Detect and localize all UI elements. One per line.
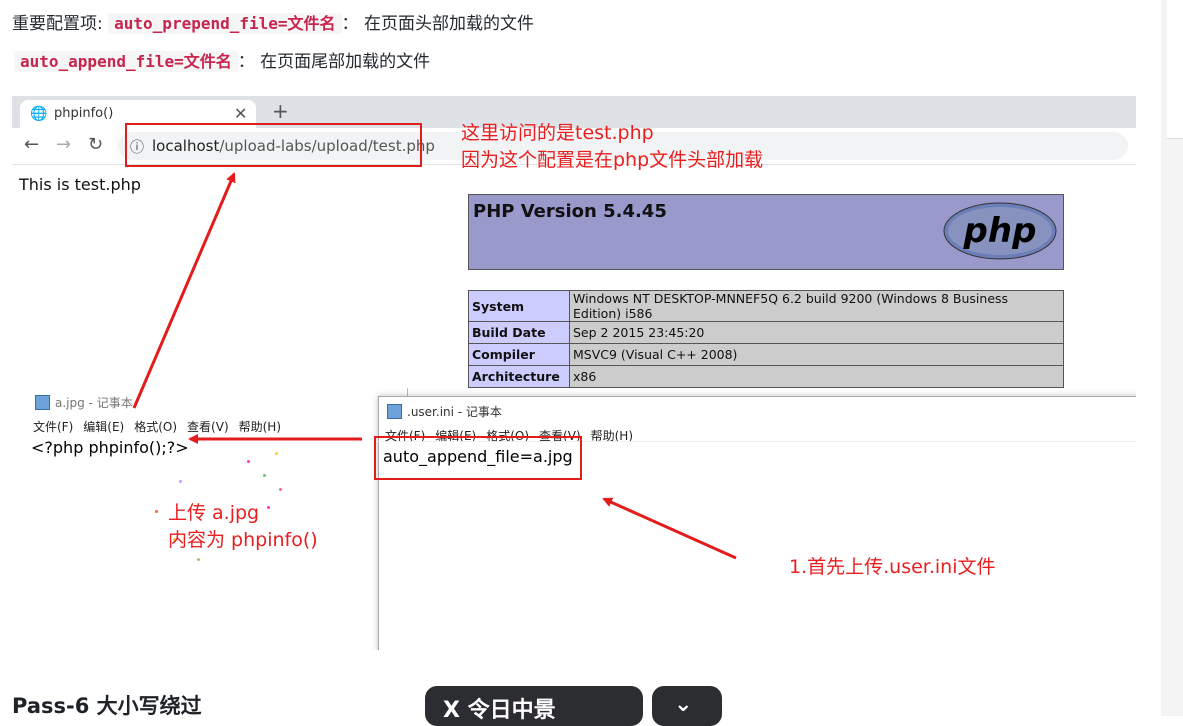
config-line-prepend: 重要配置项: auto_prepend_file=文件名： 在页面头部加载的文件 [12,12,534,36]
append-code: auto_append_file=文件名 [14,51,238,72]
embedded-screenshot: 🌐 phpinfo() ✕ + ← → ↻ ⓘ localhost/upload… [12,96,1136,650]
append-desc: ： 在页面尾部加载的文件 [237,52,431,72]
arrow-to-url [132,172,236,409]
fab-label: X 令日中景 [443,698,556,723]
config-prefix: 重要配置项: [12,14,109,34]
config-line-append: auto_append_file=文件名： 在页面尾部加载的文件 [14,50,430,74]
prepend-desc: ： 在页面头部加载的文件 [341,14,534,34]
floating-action-button[interactable]: X 令日中景 [425,686,643,726]
collapse-button[interactable]: ⌄ [652,686,722,726]
page-scrollbar[interactable] [1161,0,1183,716]
annotation-arrows [132,172,737,560]
chevron-down-icon: ⌄ [674,692,693,717]
prepend-code: auto_prepend_file=文件名 [108,13,342,34]
arrow-to-ini [602,497,737,560]
